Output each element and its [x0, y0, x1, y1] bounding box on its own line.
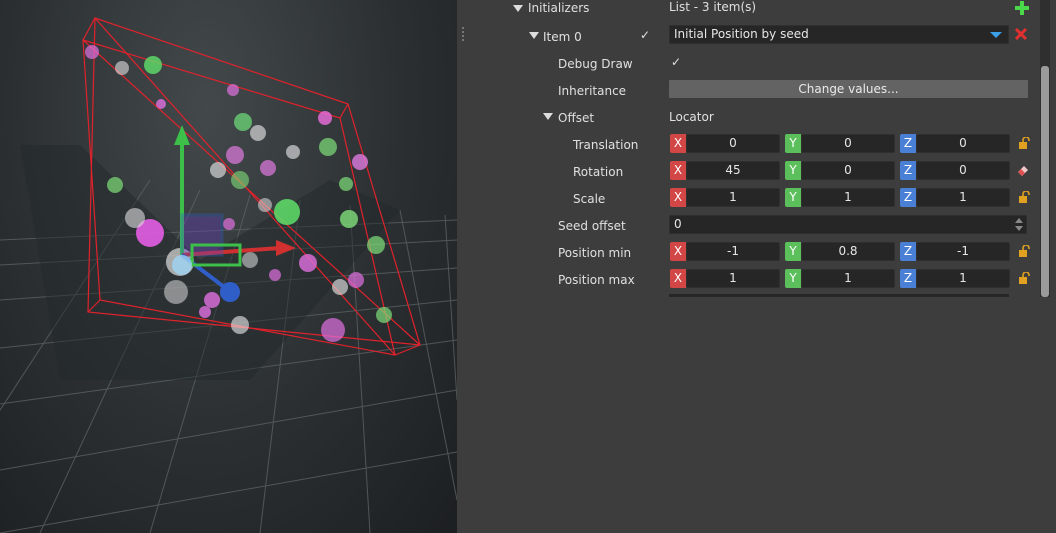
debug-draw-checkbox[interactable]: ✓: [671, 56, 683, 68]
rotation-label: Rotation: [573, 165, 624, 179]
z-axis-tag: Z: [900, 188, 916, 207]
change-values-button[interactable]: Change values...: [669, 80, 1028, 98]
debug-draw-label: Debug Draw: [558, 57, 633, 71]
triangle-down-icon[interactable]: [513, 5, 523, 12]
inheritance-row: Inheritance Change values...: [457, 80, 1047, 108]
z-axis-tag: Z: [900, 134, 916, 153]
seed-offset-label: Seed offset: [558, 219, 626, 233]
y-axis-tag: Y: [785, 134, 801, 153]
drag-handle-dot: [462, 39, 464, 41]
offset-row: Offset Locator: [457, 108, 1047, 135]
y-axis-tag: Y: [785, 242, 801, 261]
plus-icon[interactable]: [1015, 1, 1029, 15]
x-axis-tag: X: [670, 242, 686, 261]
position-min-z-field[interactable]: -1: [916, 242, 1010, 261]
position-min-label: Position min: [558, 246, 632, 260]
position-min-y-field[interactable]: 0.8: [801, 242, 895, 261]
close-icon[interactable]: [1015, 28, 1027, 40]
scale-row: Scale X 1 Y 1 Z 1: [457, 188, 1047, 216]
rotation-x-field[interactable]: 45: [686, 161, 780, 180]
lock-icon[interactable]: [1018, 137, 1030, 149]
item0-enabled-checkbox[interactable]: ✓: [640, 29, 652, 41]
rotation-z-field[interactable]: 0: [916, 161, 1010, 180]
vertical-scrollbar[interactable]: [1040, 0, 1050, 297]
x-axis-tag: X: [670, 188, 686, 207]
dropdown-value: Initial Position by seed: [674, 27, 809, 41]
position-max-z-field[interactable]: 1: [916, 269, 1010, 288]
initializers-label: Initializers: [528, 1, 590, 15]
initializer-type-dropdown[interactable]: Initial Position by seed: [669, 25, 1009, 44]
translation-x-field[interactable]: 0: [686, 134, 780, 153]
stepper-up-icon[interactable]: [1015, 218, 1023, 223]
lock-icon[interactable]: [1018, 245, 1030, 257]
x-axis-tag: X: [670, 161, 686, 180]
rotation-y-field[interactable]: 0: [801, 161, 895, 180]
offset-value: Locator: [669, 110, 714, 124]
position-max-label: Position max: [558, 273, 635, 287]
triangle-down-icon[interactable]: [543, 113, 553, 120]
z-axis-tag: Z: [900, 269, 916, 288]
scrollbar-thumb[interactable]: [1041, 66, 1049, 297]
drag-handle-dot: [462, 35, 464, 37]
translation-y-field[interactable]: 0: [801, 134, 895, 153]
scale-y-field[interactable]: 1: [801, 188, 895, 207]
position-max-row: Position max X 1 Y 1 Z 1: [457, 269, 1047, 297]
chevron-down-icon: [990, 32, 1002, 38]
offset-label: Offset: [558, 111, 595, 125]
scale-x-field[interactable]: 1: [686, 188, 780, 207]
property-grid: Initializers List - 3 item(s) Item 0 ✓ I…: [457, 0, 1056, 533]
lock-icon[interactable]: [1018, 191, 1030, 203]
translation-z-field[interactable]: 0: [916, 134, 1010, 153]
position-min-x-field[interactable]: -1: [686, 242, 780, 261]
scale-label: Scale: [573, 192, 606, 206]
position-min-row: Position min X -1 Y 0.8 Z -1: [457, 242, 1047, 270]
z-axis-tag: Z: [900, 242, 916, 261]
next-row-edge: [669, 294, 1009, 297]
position-max-y-field[interactable]: 1: [801, 269, 895, 288]
position-max-x-field[interactable]: 1: [686, 269, 780, 288]
translation-label: Translation: [573, 138, 639, 152]
x-axis-tag: X: [670, 134, 686, 153]
stepper-down-icon[interactable]: [1015, 226, 1023, 231]
drag-handle-icon[interactable]: [462, 27, 464, 29]
z-axis-tag: Z: [900, 161, 916, 180]
inheritance-label: Inheritance: [558, 84, 627, 98]
seed-offset-row: Seed offset 0: [457, 215, 1047, 243]
initializers-value: List - 3 item(s): [669, 0, 757, 14]
y-axis-tag: Y: [785, 269, 801, 288]
lock-icon[interactable]: [1018, 272, 1030, 284]
scene-viewport[interactable]: [0, 0, 457, 533]
seed-offset-field[interactable]: 0: [669, 215, 1027, 234]
drag-handle-dot: [462, 31, 464, 33]
initializers-row: Initializers List - 3 item(s): [457, 0, 1047, 27]
item0-label: Item 0: [543, 30, 582, 44]
x-axis-tag: X: [670, 269, 686, 288]
item0-row: Item 0 ✓ Initial Position by seed: [457, 25, 1047, 54]
translation-row: Translation X 0 Y 0 Z 0: [457, 134, 1047, 162]
rotation-row: Rotation X 45 Y 0 Z 0: [457, 161, 1047, 189]
scale-z-field[interactable]: 1: [916, 188, 1010, 207]
debug-draw-row: Debug Draw ✓: [457, 54, 1047, 81]
y-axis-tag: Y: [785, 188, 801, 207]
triangle-down-icon[interactable]: [529, 32, 539, 39]
viewport-render: [0, 17, 457, 533]
seed-offset-value: 0: [674, 217, 682, 231]
eraser-icon[interactable]: [1017, 164, 1029, 176]
y-axis-tag: Y: [785, 161, 801, 180]
